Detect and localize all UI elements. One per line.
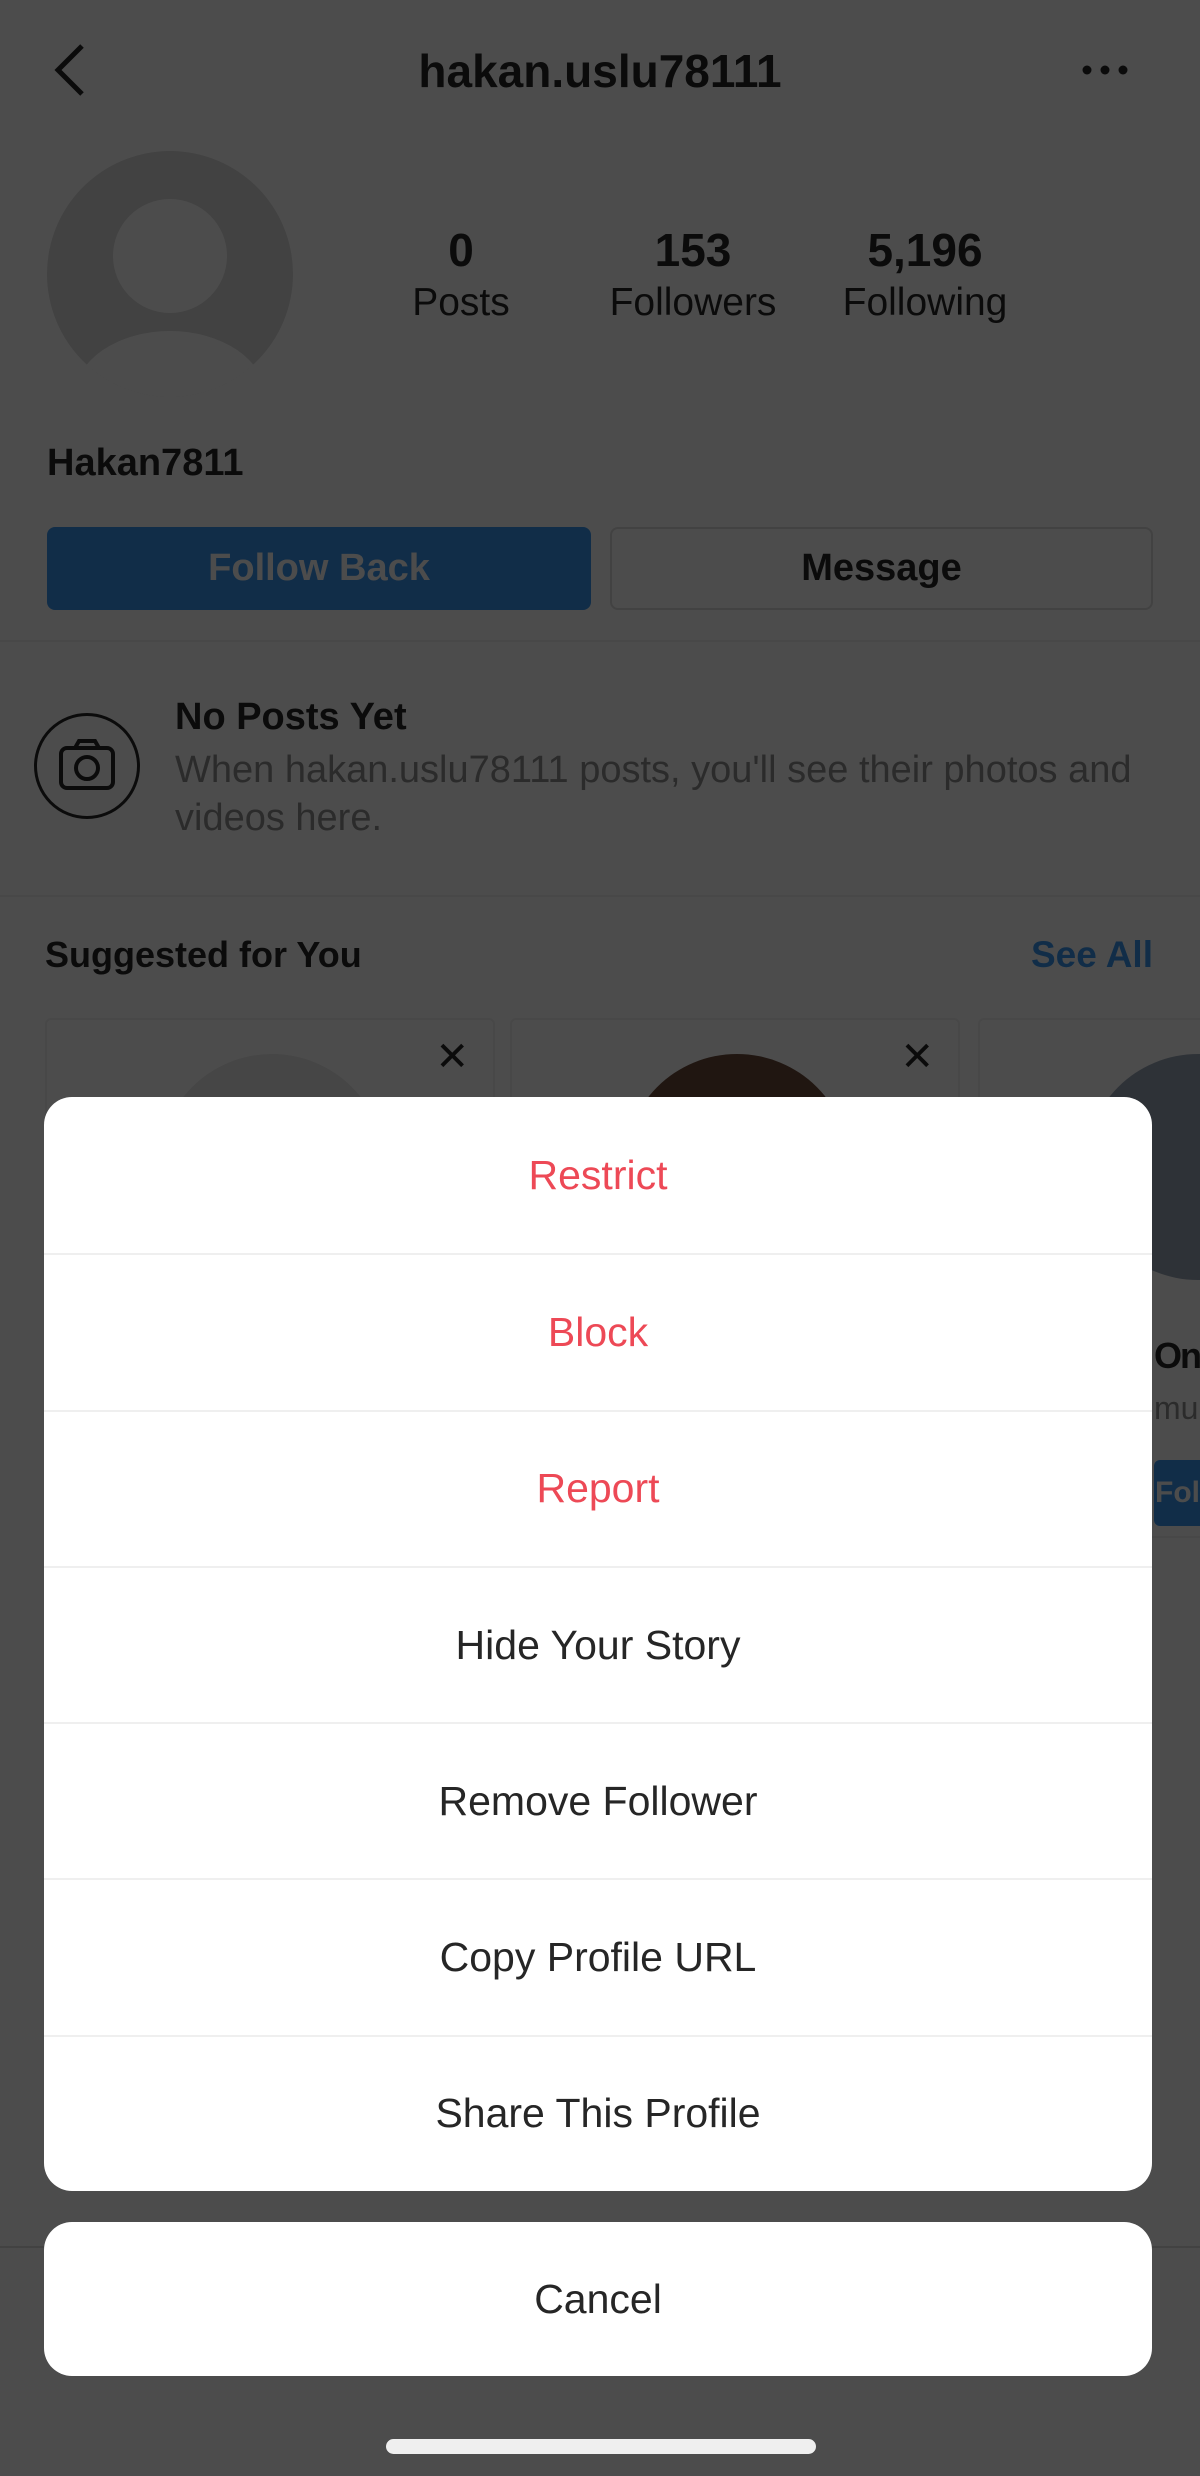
cancel-button[interactable]: Cancel xyxy=(44,2222,1152,2376)
suggestion-name: On xyxy=(1154,1335,1200,1376)
stat-following[interactable]: 5,196 Following xyxy=(805,222,1045,328)
suggestion-subtitle: mu xyxy=(1154,1390,1199,1426)
copy-url-option[interactable]: Copy Profile URL xyxy=(44,1878,1152,2034)
divider xyxy=(0,895,1200,897)
ellipsis-icon[interactable] xyxy=(1080,60,1130,80)
suggestion-follow-button[interactable]: Fol xyxy=(1154,1460,1200,1526)
hide-story-option[interactable]: Hide Your Story xyxy=(44,1565,1152,1722)
block-option[interactable]: Block xyxy=(44,1253,1152,1409)
camera-icon xyxy=(34,713,140,819)
suggested-title: Suggested for You xyxy=(45,934,362,975)
follow-back-button[interactable]: Follow Back xyxy=(47,527,591,610)
home-indicator[interactable] xyxy=(386,2439,816,2454)
posts-count: 0 xyxy=(448,224,474,276)
posts-label: Posts xyxy=(412,281,510,324)
display-name: Hakan7811 xyxy=(47,442,244,484)
followers-count: 153 xyxy=(654,224,732,276)
page-title: hakan.uslu78111 xyxy=(418,45,782,97)
following-count: 5,196 xyxy=(867,224,983,276)
remove-follower-option[interactable]: Remove Follower xyxy=(44,1722,1152,1878)
close-icon[interactable]: ✕ xyxy=(435,1034,469,1080)
following-label: Following xyxy=(842,281,1008,324)
see-all-link[interactable]: See All xyxy=(1031,934,1153,976)
message-button[interactable]: Message xyxy=(610,527,1153,610)
report-option[interactable]: Report xyxy=(44,1409,1152,1566)
profile-screen: hakan.uslu78111 0 Posts 153 Followers 5,19… xyxy=(0,0,1200,2476)
avatar[interactable] xyxy=(47,151,293,397)
close-icon[interactable]: ✕ xyxy=(900,1034,934,1080)
share-profile-option[interactable]: Share This Profile xyxy=(44,2034,1152,2191)
stat-followers[interactable]: 153 Followers xyxy=(573,222,813,328)
divider xyxy=(0,640,1200,642)
restrict-option[interactable]: Restrict xyxy=(44,1097,1152,1253)
followers-label: Followers xyxy=(609,281,777,324)
no-posts-text: When hakan.uslu78111 posts, you'll see t… xyxy=(175,749,1132,839)
action-sheet: Restrict Block Report Hide Your Story Re… xyxy=(44,1097,1152,2191)
stat-posts[interactable]: 0 Posts xyxy=(341,222,581,328)
no-posts-title: No Posts Yet xyxy=(175,696,407,738)
